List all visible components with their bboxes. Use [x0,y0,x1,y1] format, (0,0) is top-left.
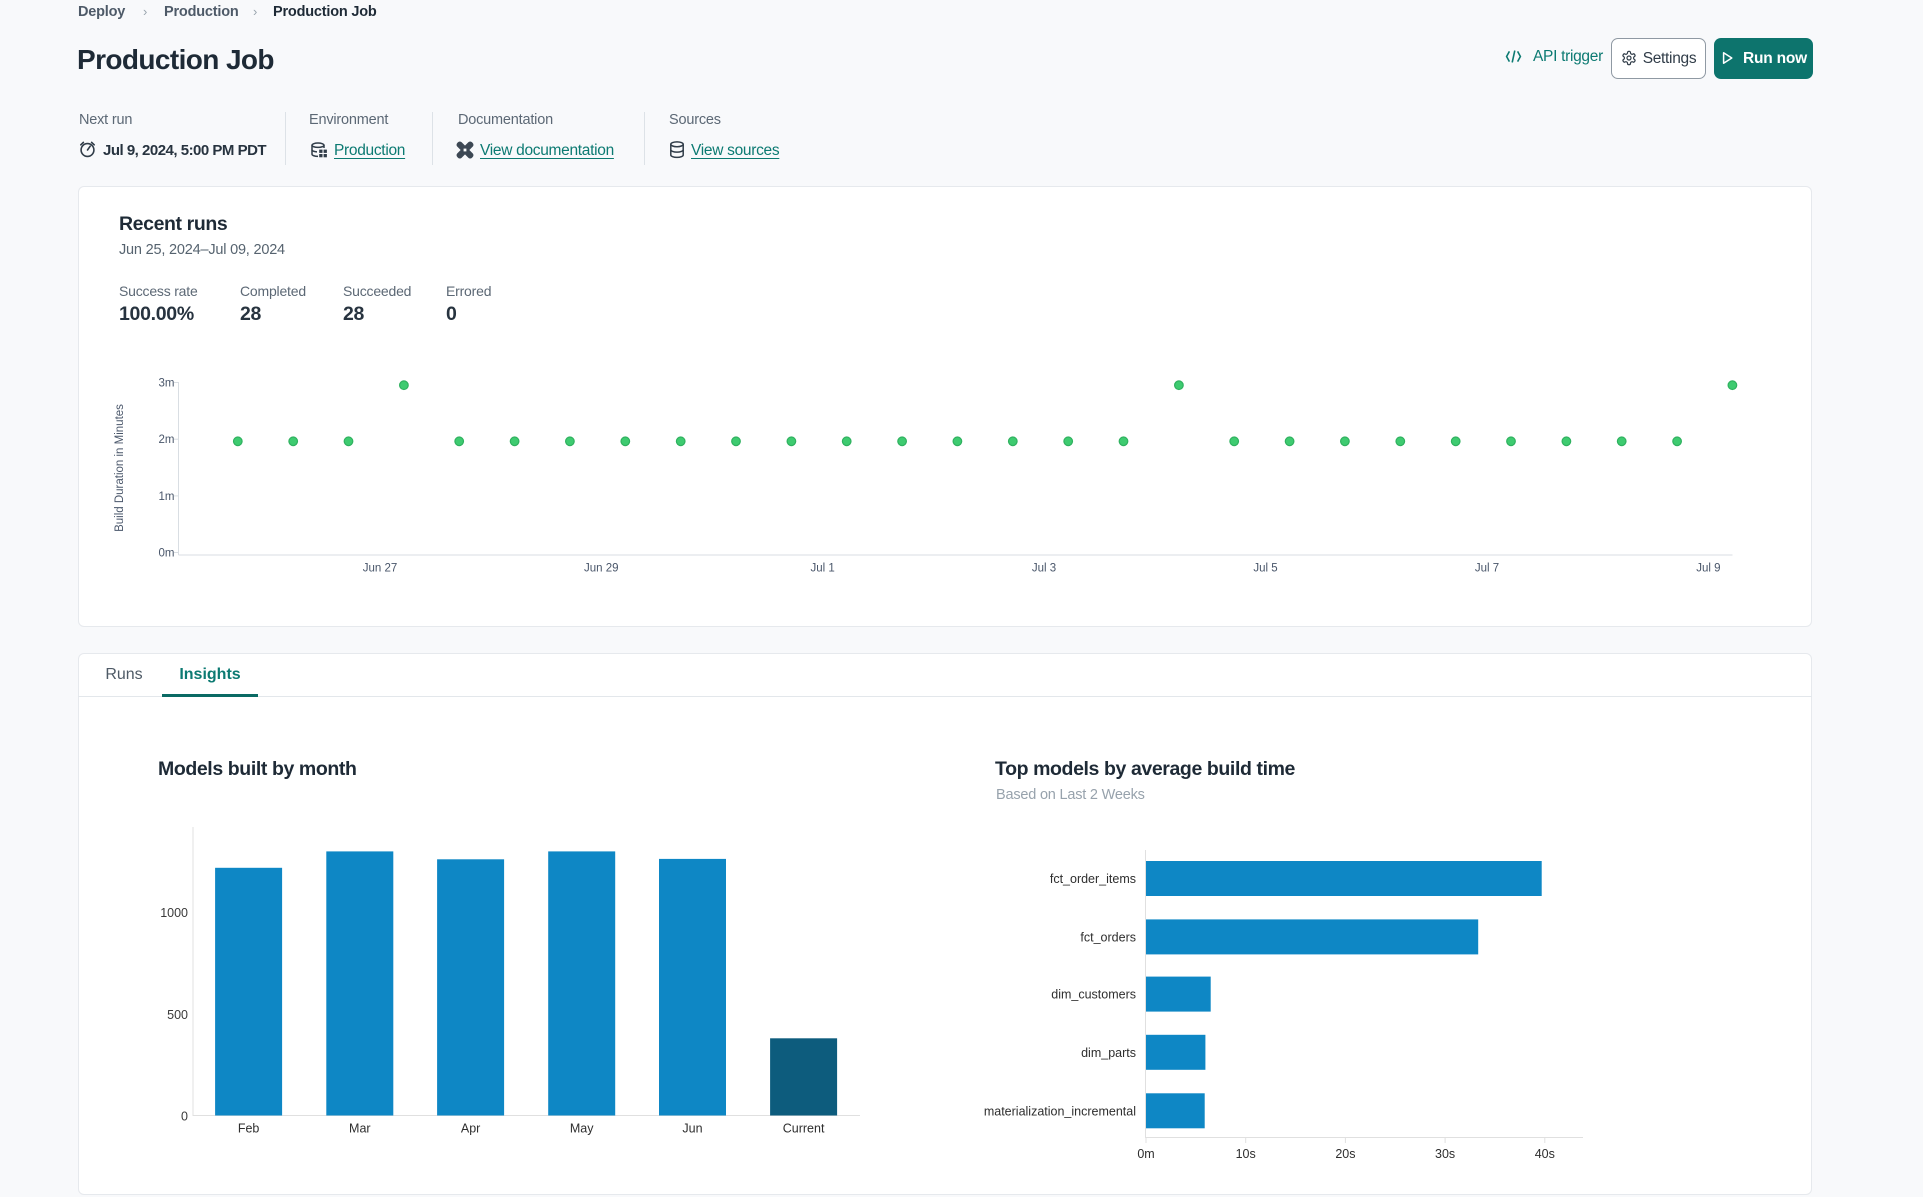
svg-text:Jul 9: Jul 9 [1696,563,1720,575]
svg-text:dim_customers: dim_customers [1051,988,1136,1002]
svg-text:Build Duration in Minutes: Build Duration in Minutes [114,404,126,532]
svg-text:Jul 7: Jul 7 [1475,563,1499,575]
svg-text:0m: 0m [1137,1147,1154,1161]
svg-text:May: May [570,1122,594,1136]
svg-text:10s: 10s [1236,1147,1256,1161]
svg-text:Jun: Jun [682,1122,702,1136]
svg-text:40s: 40s [1535,1147,1555,1161]
svg-text:20s: 20s [1335,1147,1355,1161]
svg-text:materialization_incremental: materialization_incremental [984,1104,1136,1118]
svg-text:0: 0 [181,1109,188,1123]
svg-text:Jul 1: Jul 1 [810,563,834,575]
svg-text:dim_parts: dim_parts [1081,1046,1136,1060]
svg-text:1m: 1m [159,491,175,503]
svg-text:Jun 27: Jun 27 [363,563,398,575]
svg-text:Current: Current [783,1122,825,1136]
svg-text:3m: 3m [159,378,175,390]
svg-text:0m: 0m [159,548,175,560]
svg-text:2m: 2m [159,434,175,446]
svg-text:Apr: Apr [461,1122,480,1136]
svg-text:fct_order_items: fct_order_items [1050,872,1136,886]
svg-text:Mar: Mar [349,1122,371,1136]
svg-text:Jun 29: Jun 29 [584,563,619,575]
svg-text:500: 500 [167,1008,188,1022]
svg-text:Jul 3: Jul 3 [1032,563,1056,575]
svg-text:1000: 1000 [160,906,188,920]
svg-text:fct_orders: fct_orders [1080,930,1136,944]
svg-text:30s: 30s [1435,1147,1455,1161]
svg-text:Jul 5: Jul 5 [1253,563,1277,575]
svg-text:Feb: Feb [238,1122,260,1136]
